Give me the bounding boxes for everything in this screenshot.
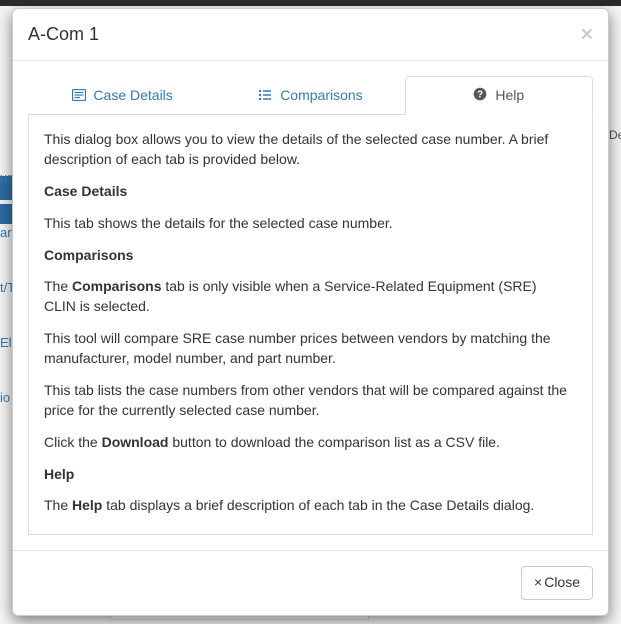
bg-left-label: ang — [0, 225, 12, 240]
close-button-label: Close — [544, 574, 580, 590]
modal-body: Case Details Comparisons ? Help — [13, 61, 608, 550]
help-tab-panel: This dialog box allows you to view the d… — [28, 115, 593, 535]
nav-tabs: Case Details Comparisons ? Help — [28, 76, 593, 115]
help-text: This tool will compare SRE case number p… — [44, 329, 572, 369]
help-intro: This dialog box allows you to view the d… — [44, 130, 572, 170]
help-text: Click the Download button to download th… — [44, 433, 572, 453]
card-icon — [72, 88, 86, 104]
help-heading-case-details: Case Details — [44, 182, 572, 202]
svg-text:?: ? — [477, 90, 483, 101]
list-icon — [258, 88, 272, 104]
bg-right-label: De — [609, 128, 621, 142]
tab-label: Comparisons — [280, 87, 362, 103]
modal-close-x-button[interactable]: × — [581, 24, 593, 45]
tab-case-details[interactable]: Case Details — [28, 76, 216, 115]
modal-footer: ×Close — [13, 550, 608, 615]
help-heading-comparisons: Comparisons — [44, 246, 572, 266]
help-text: The Help tab displays a brief descriptio… — [44, 496, 572, 516]
question-circle-icon: ? — [473, 87, 487, 104]
help-text: This tab lists the case numbers from oth… — [44, 381, 572, 421]
help-text: This tab shows the details for the selec… — [44, 214, 572, 234]
bg-left-labels: un ang t/T El io — [0, 170, 12, 445]
tab-comparisons[interactable]: Comparisons — [216, 76, 404, 115]
case-details-modal: A-Com 1 × Case Details Comparisons — [12, 8, 609, 616]
bg-left-label: io — [0, 390, 12, 405]
bg-left-label: un — [0, 170, 12, 185]
tab-label: Case Details — [93, 87, 172, 103]
tab-label: Help — [495, 87, 524, 103]
tab-help[interactable]: ? Help — [405, 76, 593, 115]
help-text: The Comparisons tab is only visible when… — [44, 277, 572, 317]
modal-title: A-Com 1 — [28, 24, 99, 45]
close-button[interactable]: ×Close — [521, 566, 593, 600]
bg-left-label: El — [0, 335, 12, 350]
modal-header: A-Com 1 × — [13, 9, 608, 61]
close-icon: × — [534, 574, 542, 590]
help-heading-help: Help — [44, 465, 572, 485]
bg-left-label: t/T — [0, 280, 12, 295]
backdrop-top-bar — [0, 0, 621, 6]
